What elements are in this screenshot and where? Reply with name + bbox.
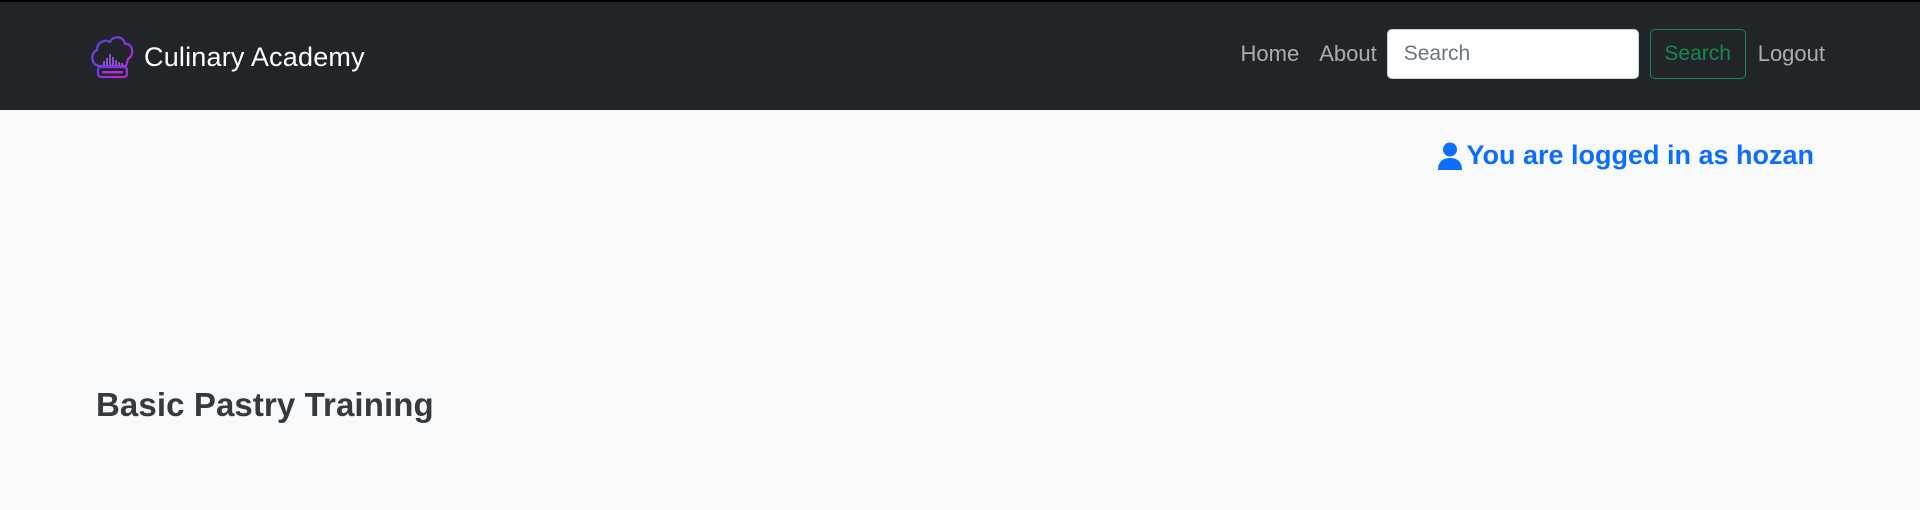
search-input[interactable] bbox=[1386, 29, 1639, 79]
top-navbar: Culinary Academy Home About Search Logou… bbox=[0, 0, 1920, 110]
main-nav: Home About Search Logout bbox=[1241, 28, 1825, 80]
user-icon bbox=[1438, 142, 1463, 170]
search-button[interactable]: Search bbox=[1649, 29, 1746, 79]
logout-link[interactable]: Logout bbox=[1758, 41, 1825, 67]
nav-about-link[interactable]: About bbox=[1319, 41, 1377, 67]
brand-link[interactable]: Culinary Academy bbox=[88, 32, 365, 82]
page-title: Basic Pastry Training bbox=[96, 386, 434, 423]
chef-hat-icon bbox=[91, 36, 134, 79]
brand-name: Culinary Academy bbox=[144, 41, 365, 72]
nav-home-link[interactable]: Home bbox=[1241, 41, 1300, 67]
login-status: You are logged in as hozan bbox=[1438, 140, 1814, 171]
login-status-text: You are logged in as hozan bbox=[1466, 140, 1814, 170]
